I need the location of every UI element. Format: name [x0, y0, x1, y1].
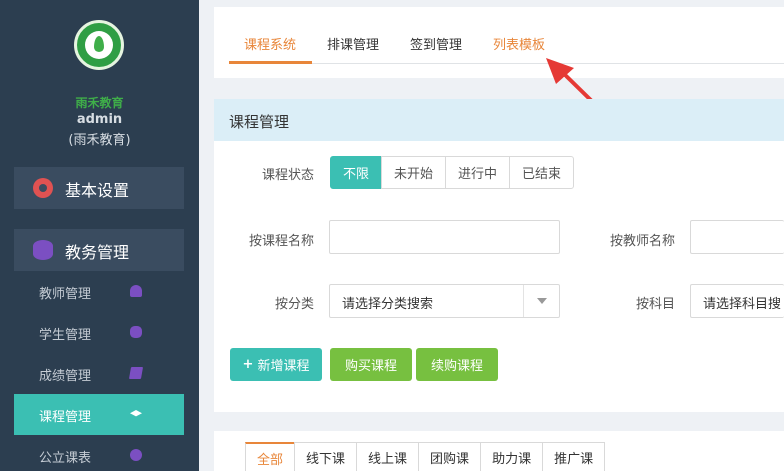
panel-title: 课程管理 — [229, 113, 290, 131]
sidebar-item-students[interactable]: 学生管理 — [14, 312, 184, 353]
category-select-value: 请选择分类搜索 — [342, 297, 434, 312]
menu-academic-label: 教务管理 — [65, 243, 130, 262]
tab-attendance[interactable]: 签到管理 — [410, 34, 462, 53]
category-label: 按分类 — [274, 297, 314, 312]
course-name-label: 按课程名称 — [248, 234, 314, 249]
tab-group-buy[interactable]: 团购课 — [418, 442, 482, 471]
menu-basic-settings-label: 基本设置 — [65, 181, 130, 200]
active-tab-indicator — [229, 61, 312, 64]
users-icon — [130, 326, 142, 338]
status-all-button[interactable]: 不限 — [330, 156, 383, 189]
tab-promotion[interactable]: 推广课 — [542, 442, 606, 471]
sidebar-item-public-schedule[interactable]: 公立课表 — [14, 435, 184, 471]
user-org: (雨禾教育) — [68, 133, 131, 148]
course-name-input[interactable] — [329, 220, 560, 254]
teacher-name-label: 按教师名称 — [609, 234, 675, 249]
user-icon — [130, 285, 142, 297]
sidebar-item-label: 公立课表 — [39, 451, 92, 466]
status-in-progress-button[interactable]: 进行中 — [445, 156, 511, 189]
sidebar-item-courses[interactable]: 课程管理 — [14, 394, 184, 435]
status-not-started-button[interactable]: 未开始 — [381, 156, 447, 189]
category-select[interactable]: 请选择分类搜索 — [329, 284, 560, 318]
sidebar-item-label: 课程管理 — [39, 410, 92, 425]
teacher-name-input[interactable] — [690, 220, 784, 254]
add-course-button[interactable]: + 新增课程 — [230, 348, 322, 381]
org-logo — [74, 20, 124, 70]
menu-basic-settings[interactable]: 基本设置 — [14, 167, 184, 209]
tabs-divider — [229, 63, 784, 64]
book-icon — [128, 367, 144, 379]
subject-select[interactable]: 请选择科目搜 — [690, 284, 784, 318]
org-name: 雨禾教育 — [75, 96, 124, 110]
sidebar-item-label: 教师管理 — [39, 287, 92, 302]
chevron-down-icon — [537, 298, 547, 304]
tab-scheduling[interactable]: 排课管理 — [327, 34, 379, 53]
user-name: admin — [76, 112, 123, 127]
course-management-panel: 课程管理 课程状态 不限 未开始 进行中 已结束 按课程名称 按教师名称 按分类… — [214, 99, 784, 412]
sidebar-item-label: 学生管理 — [39, 328, 92, 343]
tab-online[interactable]: 线上课 — [356, 442, 420, 471]
buy-course-button[interactable]: 购买课程 — [330, 348, 412, 381]
database-icon — [33, 240, 53, 260]
sidebar-item-grades[interactable]: 成绩管理 — [14, 353, 184, 394]
tab-offline[interactable]: 线下课 — [294, 442, 358, 471]
plus-icon: + — [242, 357, 254, 372]
course-type-tabs: 全部 线下课 线上课 团购课 助力课 推广课 — [245, 442, 606, 471]
sidebar-item-teachers[interactable]: 教师管理 — [14, 271, 184, 312]
basketball-icon — [130, 449, 142, 461]
tab-assist[interactable]: 助力课 — [480, 442, 544, 471]
panel-header: 课程管理 — [214, 99, 784, 141]
sidebar: 雨禾教育 admin (雨禾教育) 基本设置 教务管理 教师管理 学生管理 成绩… — [0, 0, 199, 471]
course-type-tabs-panel: 全部 线下课 线上课 团购课 助力课 推广课 — [214, 431, 784, 471]
renew-course-button[interactable]: 续购课程 — [416, 348, 498, 381]
subject-select-value: 请选择科目搜 — [703, 297, 782, 312]
status-filter: 不限 未开始 进行中 已结束 — [330, 156, 575, 189]
sidebar-item-label: 成绩管理 — [39, 369, 92, 384]
graduation-cap-icon — [130, 410, 142, 417]
top-tab-bar: 课程系统 排课管理 签到管理 列表模板 — [214, 7, 784, 78]
subject-label: 按科目 — [635, 297, 675, 312]
status-label: 课程状态 — [261, 168, 314, 183]
gear-icon — [33, 178, 53, 198]
tab-course-system[interactable]: 课程系统 — [244, 34, 296, 53]
status-ended-button[interactable]: 已结束 — [509, 156, 575, 189]
tab-list-template[interactable]: 列表模板 — [493, 34, 545, 53]
menu-academic[interactable]: 教务管理 — [14, 229, 184, 271]
tab-all[interactable]: 全部 — [245, 442, 296, 471]
add-course-label: 新增课程 — [257, 359, 310, 374]
